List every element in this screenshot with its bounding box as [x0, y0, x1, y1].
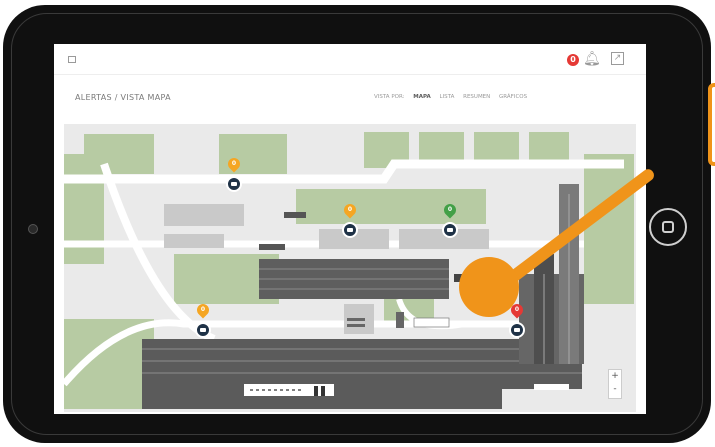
- view-by-label: VISTA POR:: [374, 94, 405, 100]
- view-by-switcher: VISTA POR: MAPA LISTA RESUMEN GRÁFICOS: [374, 94, 534, 100]
- green-area: [64, 319, 154, 409]
- map-canvas: [64, 124, 636, 412]
- view-option-map[interactable]: MAPA: [413, 94, 431, 100]
- camera-icon[interactable]: [342, 222, 358, 238]
- green-area: [584, 154, 634, 304]
- menu-icon[interactable]: [68, 56, 76, 63]
- marker-count: 0: [347, 206, 353, 213]
- marker-count: 0: [514, 306, 520, 313]
- top-bar: 0 🔔︎ ↗: [54, 44, 646, 75]
- alert-count-badge[interactable]: 0: [567, 54, 579, 66]
- view-option-list[interactable]: LISTA: [440, 94, 455, 100]
- camera-icon[interactable]: [195, 322, 211, 338]
- bell-icon[interactable]: 🔔︎: [583, 51, 601, 67]
- front-camera: [28, 224, 38, 234]
- annotation-callout-box: [708, 83, 715, 166]
- annotation-dot: [459, 257, 519, 317]
- page-title: ALERTAS / VISTA MAPA: [75, 93, 171, 102]
- marker-count: 0: [231, 160, 237, 167]
- zoom-out-button[interactable]: -: [609, 383, 621, 396]
- camera-icon[interactable]: [509, 322, 525, 338]
- view-option-summary[interactable]: RESUMEN: [463, 94, 490, 100]
- view-option-charts[interactable]: GRÁFICOS: [499, 94, 527, 100]
- camera-icon[interactable]: [226, 176, 242, 192]
- zoom-in-button[interactable]: +: [609, 370, 621, 383]
- app-screen: 0 🔔︎ ↗ ALERTAS / VISTA MAPA VISTA POR: M…: [54, 44, 646, 414]
- green-area: [296, 189, 486, 224]
- marker-count: 0: [447, 206, 453, 213]
- export-icon[interactable]: ↗: [611, 52, 624, 65]
- zoom-control: + -: [608, 369, 622, 399]
- home-button[interactable]: [649, 208, 687, 246]
- marker-count: 0: [200, 306, 206, 313]
- site-map[interactable]: 0 0 0 0 0 + -: [64, 124, 636, 412]
- camera-icon[interactable]: [442, 222, 458, 238]
